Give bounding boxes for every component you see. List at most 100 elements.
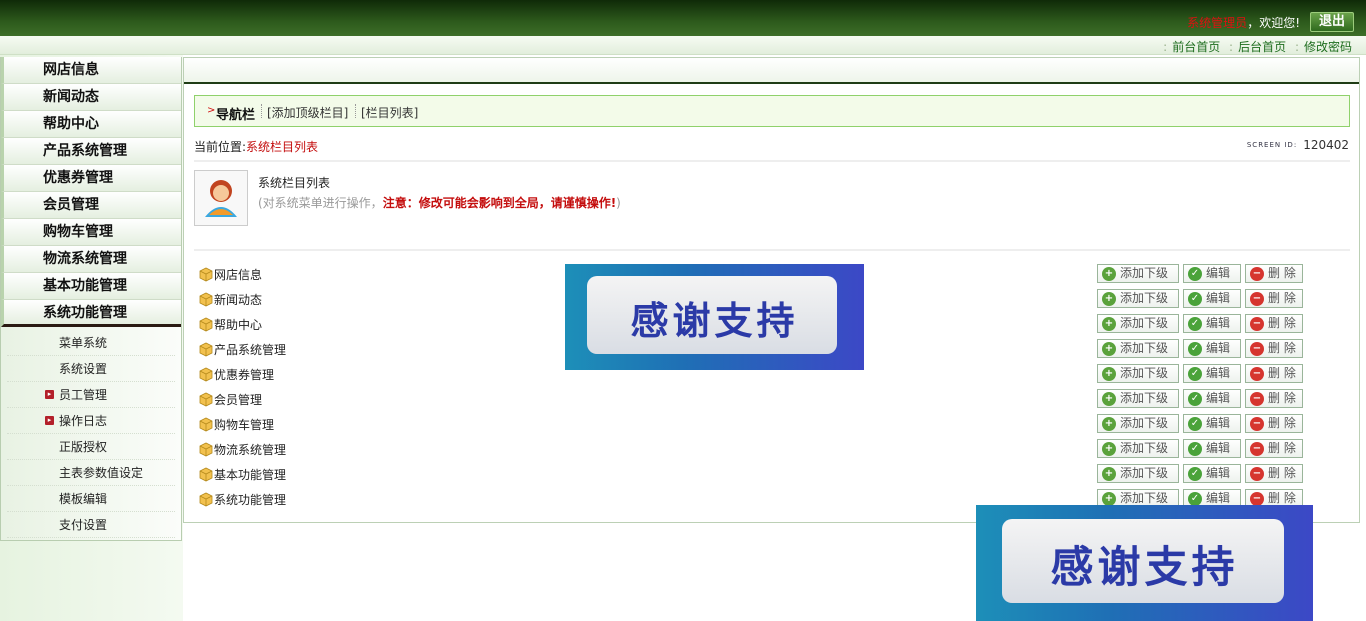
- welcome-text: 系统管理员，欢迎您!: [1187, 14, 1300, 31]
- edit-label: 编辑: [1206, 291, 1231, 305]
- edit-label: 编辑: [1206, 466, 1231, 480]
- edit-button[interactable]: ✓ 编辑: [1183, 314, 1241, 333]
- package-icon: [199, 342, 213, 357]
- edit-button[interactable]: ✓ 编辑: [1183, 414, 1241, 433]
- category-name: 优惠券管理: [214, 368, 275, 382]
- divider-line: [194, 160, 1350, 162]
- plus-icon: +: [1102, 392, 1116, 406]
- link-separator: :: [1294, 40, 1299, 54]
- category-list-link[interactable]: [栏目列表]: [361, 104, 418, 121]
- delete-button[interactable]: − 删 除: [1245, 339, 1303, 358]
- expand-bullet-icon: ▸: [45, 416, 54, 425]
- link-separator: :: [1163, 40, 1168, 54]
- check-icon: ✓: [1188, 442, 1202, 456]
- add-child-button[interactable]: + 添加下级: [1097, 439, 1179, 458]
- package-icon: [199, 442, 213, 457]
- current-user: 系统管理员: [1187, 16, 1248, 30]
- sidebar-item-news[interactable]: 新闻动态: [1, 84, 181, 111]
- sidebar-item-logistics[interactable]: 物流系统管理: [1, 246, 181, 273]
- delete-label: 删 除: [1268, 266, 1296, 280]
- sidebar: 网店信息 新闻动态 帮助中心 产品系统管理 优惠券管理 会员管理 购物车管理 物…: [0, 57, 182, 541]
- quick-links-bar: : 前台首页 : 后台首页 : 修改密码: [0, 36, 1366, 55]
- edit-label: 编辑: [1206, 266, 1231, 280]
- thanks-banner: 感谢支持: [565, 264, 864, 370]
- add-child-label: 添加下级: [1120, 491, 1169, 505]
- sidebar-item-basic-functions[interactable]: 基本功能管理: [1, 273, 181, 300]
- add-child-button[interactable]: + 添加下级: [1097, 264, 1179, 283]
- delete-button[interactable]: − 删 除: [1245, 264, 1303, 283]
- sidebar-item-shop-info[interactable]: 网店信息: [1, 57, 181, 84]
- add-child-button[interactable]: + 添加下级: [1097, 339, 1179, 358]
- divider: [261, 104, 262, 118]
- submenu-item-operation-log[interactable]: ▸ 操作日志: [7, 408, 175, 434]
- change-password-link[interactable]: 修改密码: [1304, 40, 1352, 54]
- sidebar-item-members[interactable]: 会员管理: [1, 192, 181, 219]
- minus-icon: −: [1250, 442, 1264, 456]
- submenu-label: 支付设置: [59, 518, 108, 532]
- main-panel-header: [184, 58, 1359, 84]
- submenu-item-templates[interactable]: 模板编辑: [7, 486, 175, 512]
- submenu-item-payment[interactable]: 支付设置: [7, 512, 175, 538]
- edit-button[interactable]: ✓ 编辑: [1183, 439, 1241, 458]
- edit-button[interactable]: ✓ 编辑: [1183, 264, 1241, 283]
- delete-button[interactable]: − 删 除: [1245, 389, 1303, 408]
- submenu-item-system-settings[interactable]: 系统设置: [7, 356, 175, 382]
- breadcrumb-current[interactable]: 系统栏目列表: [246, 140, 318, 154]
- add-child-button[interactable]: + 添加下级: [1097, 289, 1179, 308]
- delete-button[interactable]: − 删 除: [1245, 364, 1303, 383]
- screen-id: SCREEN ID: 120402: [1247, 138, 1349, 152]
- submenu-item-menu-system[interactable]: 菜单系统: [7, 330, 175, 356]
- submenu-label: 正版授权: [59, 440, 108, 454]
- delete-button[interactable]: − 删 除: [1245, 464, 1303, 483]
- category-name: 新闻动态: [214, 293, 263, 307]
- delete-button[interactable]: − 删 除: [1245, 289, 1303, 308]
- edit-label: 编辑: [1206, 391, 1231, 405]
- edit-button[interactable]: ✓ 编辑: [1183, 339, 1241, 358]
- table-row: 基本功能管理 + 添加下级 ✓ 编辑 − 删 除: [198, 463, 1350, 488]
- admin-home-link[interactable]: 后台首页: [1238, 40, 1286, 54]
- category-name: 物流系统管理: [214, 443, 287, 457]
- add-child-label: 添加下级: [1120, 291, 1169, 305]
- delete-button[interactable]: − 删 除: [1245, 314, 1303, 333]
- edit-button[interactable]: ✓ 编辑: [1183, 389, 1241, 408]
- arrow-icon: >: [207, 105, 216, 116]
- check-icon: ✓: [1188, 317, 1202, 331]
- plus-icon: +: [1102, 417, 1116, 431]
- add-child-button[interactable]: + 添加下级: [1097, 414, 1179, 433]
- package-icon: [199, 492, 213, 507]
- edit-button[interactable]: ✓ 编辑: [1183, 364, 1241, 383]
- info-description: (对系统菜单进行操作，注意：修改可能会影响到全局，请谨慎操作!): [258, 194, 621, 211]
- front-home-link[interactable]: 前台首页: [1172, 40, 1220, 54]
- add-child-button[interactable]: + 添加下级: [1097, 314, 1179, 333]
- sidebar-item-system-functions[interactable]: 系统功能管理: [1, 300, 181, 327]
- table-row: 会员管理 + 添加下级 ✓ 编辑 − 删 除: [198, 388, 1350, 413]
- add-child-button[interactable]: + 添加下级: [1097, 364, 1179, 383]
- sidebar-item-help[interactable]: 帮助中心: [1, 111, 181, 138]
- edit-label: 编辑: [1206, 341, 1231, 355]
- delete-button[interactable]: − 删 除: [1245, 414, 1303, 433]
- delete-button[interactable]: − 删 除: [1245, 439, 1303, 458]
- link-separator: :: [1229, 40, 1234, 54]
- logout-button[interactable]: 退出: [1310, 12, 1354, 32]
- check-icon: ✓: [1188, 417, 1202, 431]
- edit-button[interactable]: ✓ 编辑: [1183, 464, 1241, 483]
- delete-label: 删 除: [1268, 466, 1296, 480]
- sidebar-item-coupons[interactable]: 优惠券管理: [1, 165, 181, 192]
- sidebar-item-products[interactable]: 产品系统管理: [1, 138, 181, 165]
- sidebar-item-cart[interactable]: 购物车管理: [1, 219, 181, 246]
- edit-button[interactable]: ✓ 编辑: [1183, 289, 1241, 308]
- sidebar-submenu: 菜单系统 系统设置 ▸ 员工管理 ▸ 操作日志 正版授权 主表参数值设定 模板编辑 …: [1, 327, 181, 540]
- submenu-item-parameters[interactable]: 主表参数值设定: [7, 460, 175, 486]
- info-desc-prefix: (对系统菜单进行操作，: [258, 196, 383, 210]
- check-icon: ✓: [1188, 392, 1202, 406]
- submenu-item-staff[interactable]: ▸ 员工管理: [7, 382, 175, 408]
- package-icon: [199, 367, 213, 382]
- submenu-item-license[interactable]: 正版授权: [7, 434, 175, 460]
- delete-label: 删 除: [1268, 341, 1296, 355]
- package-icon: [199, 467, 213, 482]
- submenu-label: 操作日志: [59, 414, 108, 428]
- add-top-category-link[interactable]: [添加顶级栏目]: [267, 104, 348, 121]
- add-child-button[interactable]: + 添加下级: [1097, 389, 1179, 408]
- add-child-button[interactable]: + 添加下级: [1097, 464, 1179, 483]
- delete-label: 删 除: [1268, 316, 1296, 330]
